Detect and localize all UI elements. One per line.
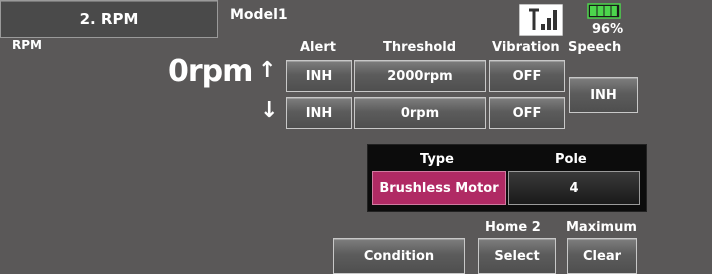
pole-header: Pole: [555, 152, 587, 167]
pole-field[interactable]: 4: [508, 171, 640, 205]
vibration-down-value: OFF: [512, 105, 542, 121]
pole-value: 4: [569, 180, 579, 196]
vibration-up-value: OFF: [512, 68, 542, 84]
speech-value: INH: [590, 87, 617, 103]
motor-type-value: Brushless Motor: [379, 180, 499, 196]
vibration-up-button[interactable]: OFF: [489, 60, 565, 92]
model-name: Model1: [230, 7, 288, 23]
alert-up-value: INH: [305, 68, 333, 84]
condition-label: Condition: [363, 248, 435, 264]
up-arrow-icon: ↑: [258, 58, 277, 83]
threshold-down-value: 0rpm: [400, 105, 440, 121]
page-title: 2. RPM: [79, 10, 139, 28]
clear-label: Clear: [583, 248, 621, 264]
battery-percent: 96%: [592, 22, 624, 37]
threshold-up-button[interactable]: 2000rpm: [354, 60, 486, 92]
speech-header: Speech: [568, 40, 622, 55]
threshold-up-value: 2000rpm: [387, 68, 453, 84]
home-label: Home 2: [485, 220, 541, 235]
motor-panel: Type Pole Brushless Motor 4: [367, 144, 647, 212]
signal-icon: [518, 3, 564, 37]
clear-button[interactable]: Clear: [567, 238, 637, 274]
down-arrow-icon: ↓: [260, 98, 279, 123]
select-label: Select: [494, 248, 540, 264]
threshold-header: Threshold: [383, 40, 457, 55]
battery-icon: [586, 3, 622, 19]
alert-down-value: INH: [305, 105, 333, 121]
condition-button[interactable]: Condition: [333, 238, 465, 274]
alert-up-button[interactable]: INH: [286, 60, 352, 92]
select-button[interactable]: Select: [478, 238, 556, 274]
speech-button[interactable]: INH: [569, 77, 638, 113]
alert-header: Alert: [300, 40, 336, 55]
motor-type-field[interactable]: Brushless Motor: [372, 171, 506, 205]
vibration-down-button[interactable]: OFF: [489, 97, 565, 129]
page-title-button[interactable]: 2. RPM: [0, 0, 218, 38]
rpm-value: 0rpm: [168, 54, 253, 89]
alert-down-button[interactable]: INH: [286, 97, 352, 129]
vibration-header: Vibration: [492, 40, 560, 55]
threshold-down-button[interactable]: 0rpm: [354, 97, 486, 129]
maximum-label: Maximum: [566, 220, 637, 235]
section-label: RPM: [12, 38, 42, 52]
type-header: Type: [420, 152, 454, 167]
